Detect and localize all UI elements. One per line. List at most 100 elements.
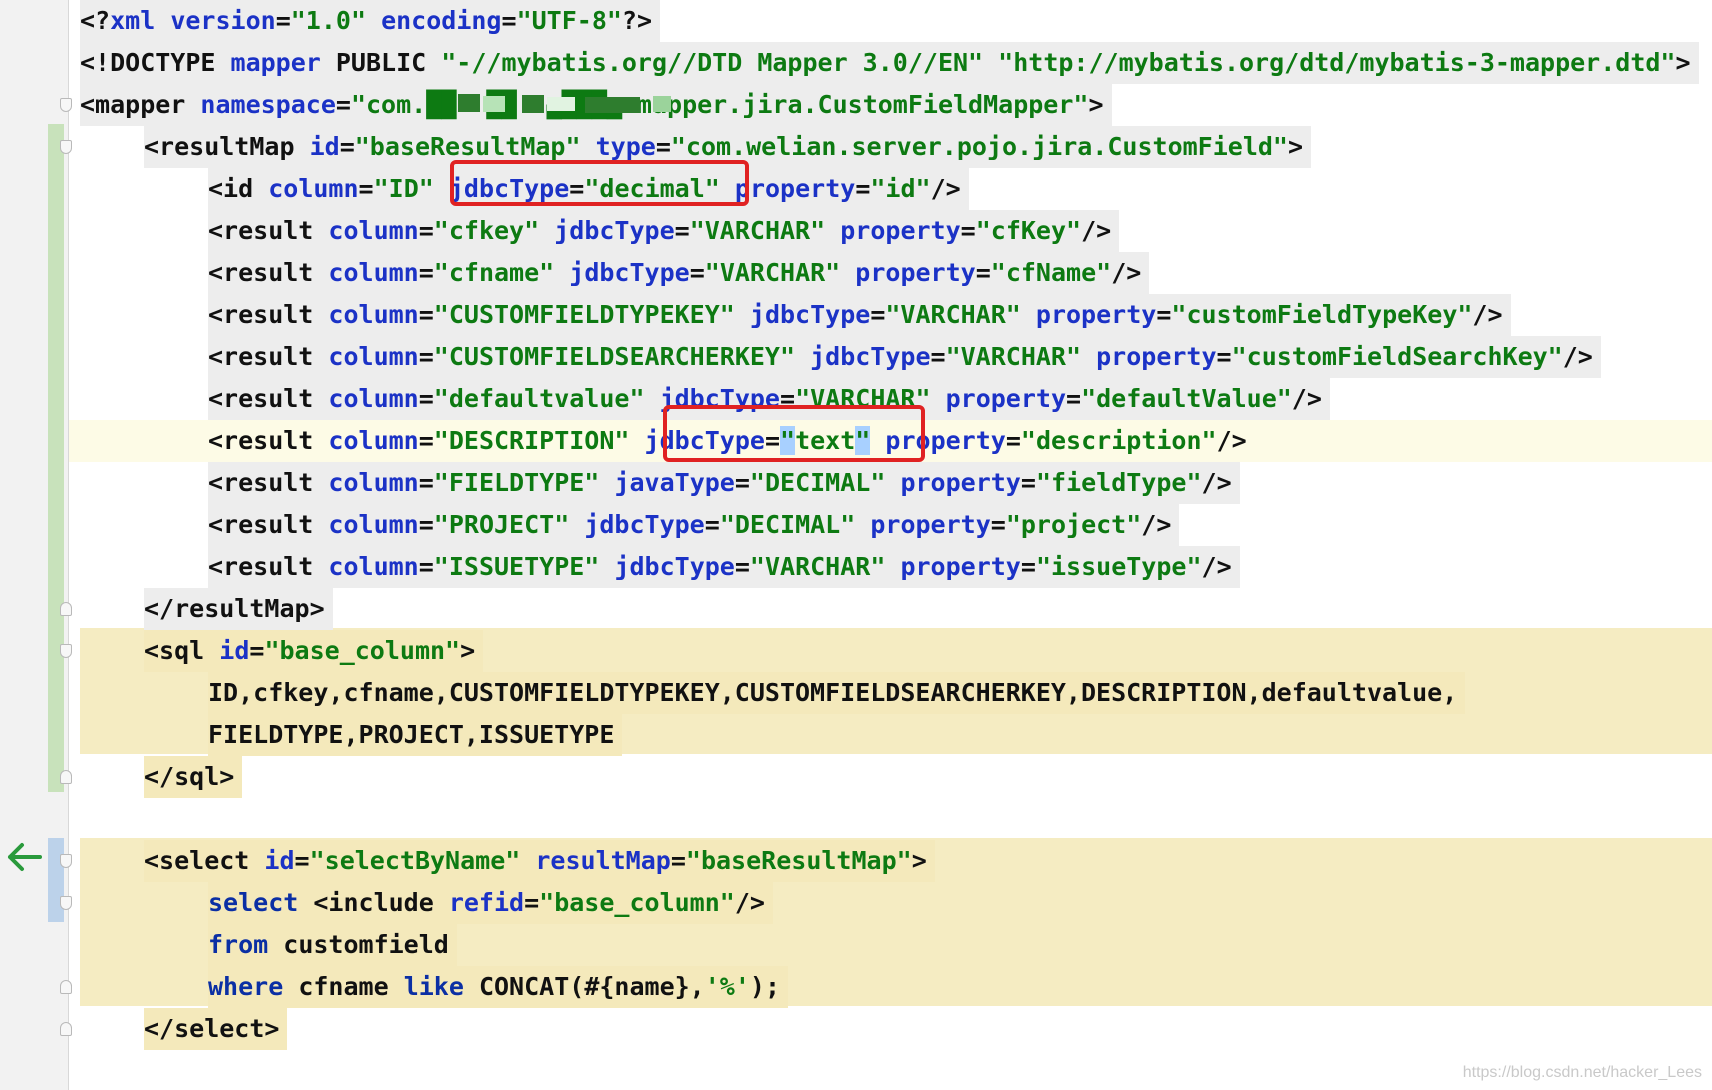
code-token: />: [1472, 300, 1503, 329]
code-text[interactable]: <result column="PROJECT" jdbcType="DECIM…: [208, 504, 1180, 546]
fold-icon[interactable]: [60, 980, 72, 994]
code-token: "base_column": [264, 636, 461, 665]
code-text[interactable]: <sql id="base_column">: [144, 630, 484, 672]
code-token: =: [704, 510, 720, 539]
code-line[interactable]: <result column="cfname" jdbcType="VARCHA…: [0, 252, 1712, 294]
code-token: />: [1201, 468, 1232, 497]
code-line[interactable]: <result column="cfkey" jdbcType="VARCHAR…: [0, 210, 1712, 252]
fold-icon[interactable]: [60, 140, 72, 154]
code-token: "1.0": [290, 6, 367, 35]
code-token: property: [1096, 342, 1217, 371]
fold-icon[interactable]: [60, 854, 72, 868]
code-line[interactable]: <resultMap id="baseResultMap" type="com.…: [0, 126, 1712, 168]
code-token: >: [460, 636, 476, 665]
code-token: <result: [208, 342, 329, 371]
code-token: />: [1216, 426, 1247, 455]
code-line[interactable]: <mapper namespace="com.██ ██ ▄███▄ mappe…: [0, 84, 1712, 126]
code-text[interactable]: <select id="selectByName" resultMap="bas…: [144, 840, 935, 882]
code-text[interactable]: </sql>: [144, 756, 243, 798]
code-token: where: [208, 972, 284, 1001]
code-text[interactable]: where cfname like CONCAT(#{name},'%');: [208, 966, 788, 1008]
code-text[interactable]: <result column="CUSTOMFIELDSEARCHERKEY" …: [208, 336, 1601, 378]
code-line[interactable]: <result column="CUSTOMFIELDTYPEKEY" jdbc…: [0, 294, 1712, 336]
code-token: <result: [208, 468, 329, 497]
code-token: "-//mybatis.org//DTD Mapper 3.0//EN": [441, 48, 984, 77]
code-line[interactable]: [0, 798, 1712, 840]
fold-icon[interactable]: [60, 602, 72, 616]
code-token: <result: [208, 510, 329, 539]
code-editor[interactable]: <?xml version="1.0" encoding="UTF-8"?> <!…: [0, 0, 1712, 1090]
code-token: >: [1088, 90, 1104, 119]
code-token: property: [945, 384, 1067, 413]
code-token: =: [1020, 468, 1036, 497]
code-line[interactable]: <select id="selectByName" resultMap="bas…: [0, 840, 1712, 882]
code-text[interactable]: select <include refid="base_column"/>: [208, 882, 773, 924]
code-text[interactable]: FIELDTYPE,PROJECT,ISSUETYPE: [208, 714, 623, 756]
code-line[interactable]: </select>: [0, 1008, 1712, 1050]
code-text[interactable]: <result column="ISSUETYPE" jdbcType="VAR…: [208, 546, 1240, 588]
code-line[interactable]: </sql>: [0, 756, 1712, 798]
code-token: id: [219, 636, 250, 665]
code-token: property: [900, 552, 1021, 581]
code-token: property: [734, 174, 856, 203]
code-token: =: [670, 846, 686, 875]
fold-icon[interactable]: [60, 896, 72, 910]
code-line[interactable]: <!DOCTYPE mapper PUBLIC "-//mybatis.org/…: [0, 42, 1712, 84]
code-line[interactable]: <result column="FIELDTYPE" javaType="DEC…: [0, 462, 1712, 504]
code-token: version: [170, 6, 276, 35]
code-token: id: [309, 132, 340, 161]
code-text[interactable]: <!DOCTYPE mapper PUBLIC "-//mybatis.org/…: [80, 42, 1699, 84]
watermark: https://blog.csdn.net/hacker_Lees: [1462, 1064, 1702, 1081]
code-token: "defaultValue": [1081, 384, 1292, 413]
code-line[interactable]: <sql id="base_column">: [0, 630, 1712, 672]
editor-gutter[interactable]: [0, 0, 69, 1090]
code-line[interactable]: <result column="PROJECT" jdbcType="DECIM…: [0, 504, 1712, 546]
code-text[interactable]: from customfield: [208, 924, 457, 966]
code-line[interactable]: <id column="ID" jdbcType="decimal" prope…: [0, 168, 1712, 210]
code-token: =: [1005, 426, 1021, 455]
code-token: javaType: [614, 468, 735, 497]
code-token: =: [674, 216, 690, 245]
code-text[interactable]: </select>: [144, 1008, 288, 1050]
code-text[interactable]: <result column="cfname" jdbcType="VARCHA…: [208, 252, 1150, 294]
code-token: =: [418, 216, 434, 245]
code-text[interactable]: ID,cfkey,cfname,CUSTOMFIELDTYPEKEY,CUSTO…: [208, 672, 1466, 714]
code-token: "cfname": [433, 258, 555, 287]
code-token: column: [328, 342, 419, 371]
fold-icon[interactable]: [60, 1022, 72, 1036]
code-token: ?>: [621, 6, 653, 35]
fold-icon[interactable]: [60, 644, 72, 658]
code-line[interactable]: </resultMap>: [0, 588, 1712, 630]
code-text[interactable]: <result column="cfkey" jdbcType="VARCHAR…: [208, 210, 1120, 252]
code-line[interactable]: where cfname like CONCAT(#{name},'%');: [0, 966, 1712, 1008]
code-line[interactable]: from customfield: [0, 924, 1712, 966]
code-line[interactable]: FIELDTYPE,PROJECT,ISSUETYPE: [0, 714, 1712, 756]
code-text[interactable]: <result column="FIELDTYPE" javaType="DEC…: [208, 462, 1240, 504]
vcs-added-bar[interactable]: [48, 124, 64, 792]
navigate-back-arrow-icon[interactable]: [4, 839, 44, 875]
code-line[interactable]: <result column="CUSTOMFIELDSEARCHERKEY" …: [0, 336, 1712, 378]
code-line[interactable]: select <include refid="base_column"/>: [0, 882, 1712, 924]
code-line[interactable]: <?xml version="1.0" encoding="UTF-8"?>: [0, 0, 1712, 42]
code-token: resultMap: [535, 846, 671, 875]
code-token: "customFieldTypeKey": [1171, 300, 1473, 329]
code-text[interactable]: <?xml version="1.0" encoding="UTF-8"?>: [80, 0, 661, 42]
code-text[interactable]: </resultMap>: [144, 588, 333, 630]
code-line[interactable]: <result column="ISSUETYPE" jdbcType="VAR…: [0, 546, 1712, 588]
code-token: <select: [144, 846, 265, 875]
fold-icon[interactable]: [60, 770, 72, 784]
code-token: refid: [448, 888, 525, 917]
vcs-modified-bar[interactable]: [48, 838, 64, 922]
code-line[interactable]: ID,cfkey,cfname,CUSTOMFIELDTYPEKEY,CUSTO…: [0, 672, 1712, 714]
code-token: "DECIMAL": [749, 468, 886, 497]
code-text[interactable]: <result column="CUSTOMFIELDTYPEKEY" jdbc…: [208, 294, 1511, 336]
code-token: jdbcType: [810, 342, 931, 371]
code-token: property: [855, 258, 976, 287]
code-token: =: [990, 510, 1006, 539]
fold-icon[interactable]: [60, 98, 72, 112]
